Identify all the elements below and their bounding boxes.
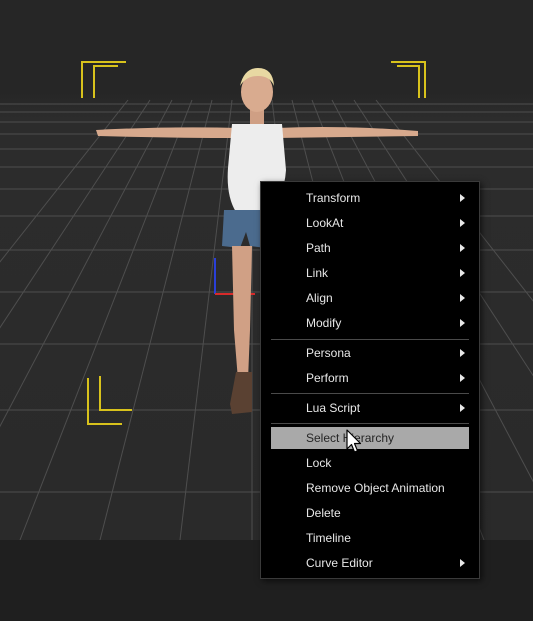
menu-item-label: Delete <box>306 506 341 520</box>
menu-item-label: Perform <box>306 371 349 385</box>
menu-item-label: Link <box>306 266 329 280</box>
menu-item-lookat[interactable]: LookAt <box>271 212 469 234</box>
submenu-arrow-icon <box>460 294 465 302</box>
menu-item-label: Remove Object Animation <box>306 481 445 495</box>
submenu-arrow-icon <box>460 269 465 277</box>
menu-item-select-hierarchy[interactable]: Select Hierarchy <box>271 427 469 449</box>
menu-separator <box>271 423 469 424</box>
submenu-arrow-icon <box>460 244 465 252</box>
submenu-arrow-icon <box>460 374 465 382</box>
menu-item-modify[interactable]: Modify <box>271 312 469 334</box>
menu-item-label: Align <box>306 291 333 305</box>
menu-item-perform[interactable]: Perform <box>271 367 469 389</box>
menu-item-label: Curve Editor <box>306 556 373 570</box>
menu-separator <box>271 393 469 394</box>
menu-item-label: Lock <box>306 456 332 470</box>
menu-item-label: LookAt <box>306 216 344 230</box>
menu-item-curve-editor[interactable]: Curve Editor <box>271 552 469 574</box>
menu-item-align[interactable]: Align <box>271 287 469 309</box>
menu-item-lock[interactable]: Lock <box>271 452 469 474</box>
menu-item-label: Persona <box>306 346 351 360</box>
menu-item-label: Lua Script <box>306 401 361 415</box>
menu-item-label: Path <box>306 241 331 255</box>
menu-item-delete[interactable]: Delete <box>271 502 469 524</box>
context-menu: Transform LookAt Path Link Align Modify … <box>260 181 480 579</box>
submenu-arrow-icon <box>460 404 465 412</box>
menu-item-link[interactable]: Link <box>271 262 469 284</box>
submenu-arrow-icon <box>460 219 465 227</box>
submenu-arrow-icon <box>460 194 465 202</box>
menu-item-remove-object-animation[interactable]: Remove Object Animation <box>271 477 469 499</box>
submenu-arrow-icon <box>460 349 465 357</box>
menu-item-timeline[interactable]: Timeline <box>271 527 469 549</box>
menu-item-label: Transform <box>306 191 361 205</box>
menu-item-label: Modify <box>306 316 342 330</box>
menu-item-persona[interactable]: Persona <box>271 342 469 364</box>
submenu-arrow-icon <box>460 559 465 567</box>
menu-item-lua-script[interactable]: Lua Script <box>271 397 469 419</box>
mouse-pointer-icon <box>346 429 362 453</box>
menu-item-label: Timeline <box>306 531 351 545</box>
submenu-arrow-icon <box>460 319 465 327</box>
menu-separator <box>271 339 469 340</box>
menu-item-transform[interactable]: Transform <box>271 187 469 209</box>
menu-item-path[interactable]: Path <box>271 237 469 259</box>
